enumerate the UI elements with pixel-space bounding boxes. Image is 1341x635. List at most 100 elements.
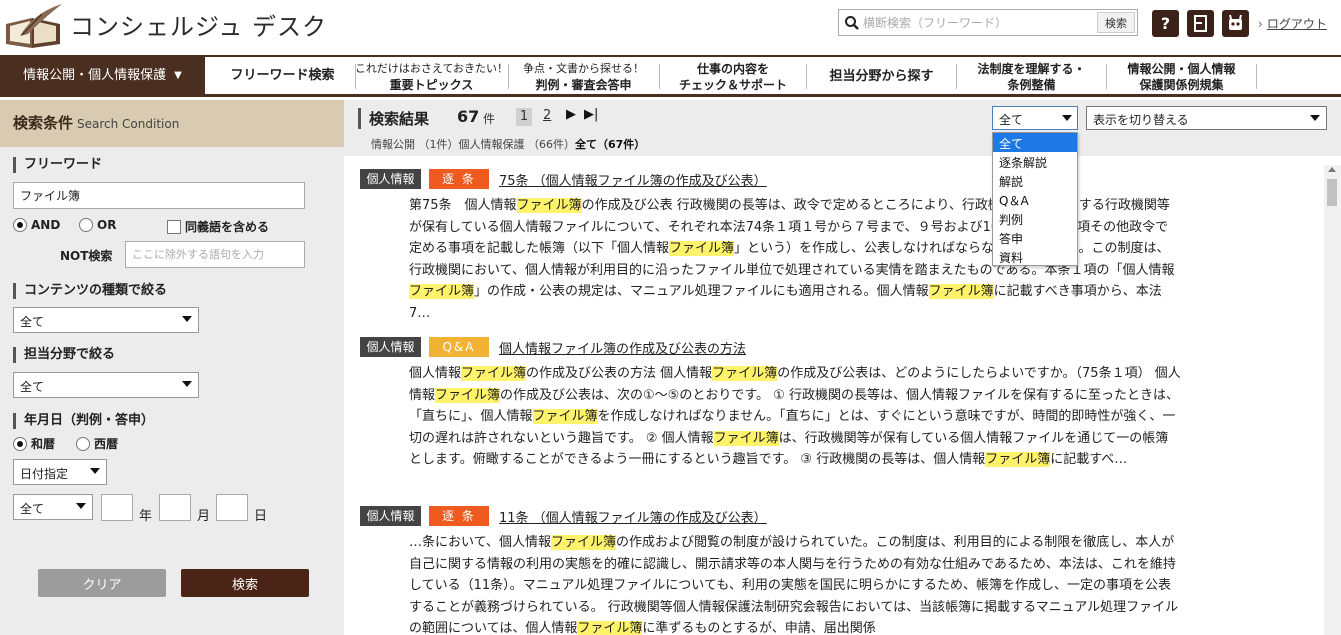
snippet-text: 第75条 個人情報	[409, 198, 517, 213]
app-title: コンシェルジュ デスク	[70, 13, 327, 41]
nav-check-support[interactable]: 仕事の内容を チェック＆サポート	[659, 62, 806, 92]
snippet-text: の作成及び公表の方法 個人情報	[526, 366, 713, 381]
header: コンシェルジュ デスク 検索 ? ›ログアウト	[0, 0, 1341, 55]
result-item: 個人情報 Q&A 個人情報ファイル簿の作成及び公表の方法 個人情報ファイル簿の作…	[344, 324, 1324, 492]
global-search-box: 検索	[838, 9, 1138, 36]
freeword-label: フリーワード	[13, 157, 102, 173]
option-reports[interactable]: 答申	[993, 228, 1077, 247]
dropdown-arrow-icon	[1062, 115, 1072, 121]
contents-type-select[interactable]: 全て	[13, 307, 199, 333]
keyword-highlight: ファイル簿	[713, 430, 779, 446]
nav-cases-reports[interactable]: 争点・文書から探せる！ 判例・審査会答申	[508, 62, 658, 92]
and-radio[interactable]: AND	[13, 218, 60, 232]
option-cases[interactable]: 判例	[993, 209, 1077, 228]
year-input[interactable]	[101, 494, 133, 521]
result-title-link[interactable]: 75条 （個人情報ファイル簿の作成及び公表）	[499, 170, 767, 189]
month-input[interactable]	[159, 494, 191, 521]
dropdown-arrow-icon	[182, 381, 192, 387]
scroll-thumb[interactable]	[1327, 179, 1337, 206]
result-title-link[interactable]: 11条 （個人情報ファイル簿の作成及び公表）	[499, 507, 767, 526]
dropdown-arrow-icon	[182, 316, 192, 322]
sidebar-heading: 検索条件 Search Condition	[0, 100, 344, 147]
kind-tag: Q&A	[429, 337, 489, 357]
keyword-highlight: ファイル簿	[435, 387, 501, 403]
year-unit: 年	[139, 509, 153, 524]
date-mode-select[interactable]: 日付指定	[13, 459, 107, 485]
option-explanation[interactable]: 解説	[993, 171, 1077, 190]
radio-empty-icon	[76, 436, 90, 451]
logout-link[interactable]: › ログアウト	[1258, 15, 1327, 32]
search-submit-button[interactable]: 検索	[181, 569, 309, 597]
last-page-icon[interactable]: ▶|	[584, 107, 598, 122]
search-condition-panel: 検索条件Search Condition フリーワード AND OR 同義語を含…	[0, 100, 344, 635]
global-search-input[interactable]	[863, 12, 1095, 33]
results-header: 検索結果 67 件 1 2 ▶ ▶| 情報公開 （1件）個人情報保護 （66件）…	[344, 100, 1341, 156]
snippet-text: 」の作成・公表の規定は、マニュアル処理ファイルにも適用される。個人情報	[474, 284, 929, 299]
keyword-highlight: ファイル簿	[669, 241, 735, 256]
scroll-up-icon[interactable]	[1328, 167, 1336, 172]
day-input[interactable]	[216, 494, 248, 521]
clear-button[interactable]: クリア	[38, 569, 166, 597]
keyword-highlight: ファイル簿	[928, 284, 994, 299]
nav-category-dropdown[interactable]: 情報公開・個人情報保護 ▼	[0, 57, 205, 94]
dropdown-arrow-icon	[76, 503, 86, 509]
user-settings-icon[interactable]	[1187, 10, 1214, 37]
concierge-robot-icon[interactable]	[1222, 10, 1249, 37]
result-title-link[interactable]: 個人情報ファイル簿の作成及び公表の方法	[499, 338, 746, 357]
snippet-text: 個人情報	[409, 366, 462, 381]
logo[interactable]	[2, 2, 66, 50]
keyword-highlight: ファイル簿	[516, 198, 582, 213]
caret-down-icon: ▼	[174, 69, 182, 81]
or-radio[interactable]: OR	[79, 218, 116, 232]
facet-all[interactable]: 全て（67件）	[575, 138, 645, 151]
category-tag: 個人情報	[360, 506, 421, 526]
seireki-radio[interactable]: 西暦	[76, 435, 118, 452]
keyword-highlight: ファイル簿	[409, 284, 475, 299]
synonym-checkbox[interactable]: 同義語を含める	[167, 218, 269, 235]
option-qa[interactable]: Q＆A	[993, 190, 1077, 209]
era-select[interactable]: 全て	[13, 494, 93, 520]
search-icon	[845, 16, 859, 30]
freeword-input[interactable]	[13, 182, 305, 209]
content-type-dropdown-list: 全て 逐条解説 解説 Q＆A 判例 答申 資料	[992, 132, 1078, 266]
radio-empty-icon	[79, 218, 93, 232]
nav-freeword-search[interactable]: フリーワード検索	[215, 57, 350, 94]
page-1-current[interactable]: 1	[516, 108, 532, 126]
page-2-link[interactable]: 2	[543, 108, 551, 123]
snippet-text: …条において、個人情報	[409, 535, 551, 550]
content-type-filter-select[interactable]: 全て	[992, 106, 1078, 130]
option-all[interactable]: 全て	[993, 133, 1077, 152]
contents-type-label: コンテンツの種類で絞る	[13, 283, 167, 299]
not-search-input[interactable]	[125, 241, 305, 268]
dropdown-arrow-icon	[90, 468, 100, 474]
dropdown-arrow-icon	[1310, 115, 1320, 121]
wareki-radio[interactable]: 和暦	[13, 435, 55, 452]
results-scrollbar[interactable]	[1324, 165, 1341, 635]
option-commentary[interactable]: 逐条解説	[993, 152, 1077, 171]
kind-tag: 逐 条	[429, 169, 489, 189]
field-filter-select[interactable]: 全て	[13, 372, 199, 398]
radio-checked-icon	[13, 218, 27, 232]
kind-tag: 逐 条	[429, 506, 489, 526]
nav-important-topics[interactable]: これだけはおさえておきたい！ 重要トピックス	[355, 62, 508, 92]
snippet-text: の作成および閲覧の制度が設けられていた。この制度は、利用目的による制限を徹底し、…	[409, 535, 1179, 635]
date-label: 年月日（判例・答申）	[13, 413, 154, 429]
result-item: 個人情報 逐 条 75条 （個人情報ファイル簿の作成及び公表） 第75条 個人情…	[344, 156, 1324, 324]
next-page-icon[interactable]: ▶	[566, 107, 576, 122]
results-title: 検索結果	[358, 108, 429, 129]
nav-search-by-field[interactable]: 担当分野から探す	[806, 64, 956, 89]
keyword-highlight: ファイル簿	[550, 535, 616, 550]
nav-legal-system[interactable]: 法制度を理解する・ 条例整備	[956, 62, 1106, 92]
results-count-unit: 件	[483, 112, 496, 126]
results-count: 67	[457, 107, 480, 126]
not-search-label: NOT検索	[60, 249, 113, 263]
help-icon[interactable]: ?	[1152, 10, 1179, 37]
result-item: 個人情報 逐 条 11条 （個人情報ファイル簿の作成及び公表） …条において、個…	[344, 493, 1324, 635]
category-tag: 個人情報	[360, 169, 421, 189]
chevron-right-icon: ›	[1258, 17, 1263, 31]
result-snippet: …条において、個人情報ファイル簿の作成および閲覧の制度が設けられていた。この制度…	[409, 532, 1181, 635]
option-materials[interactable]: 資料	[993, 247, 1077, 266]
nav-regulations[interactable]: 情報公開・個人情報 保護関係例規集	[1106, 62, 1256, 92]
global-search-button[interactable]: 検索	[1097, 12, 1135, 33]
view-switch-select[interactable]: 表示を切り替える	[1086, 106, 1327, 130]
